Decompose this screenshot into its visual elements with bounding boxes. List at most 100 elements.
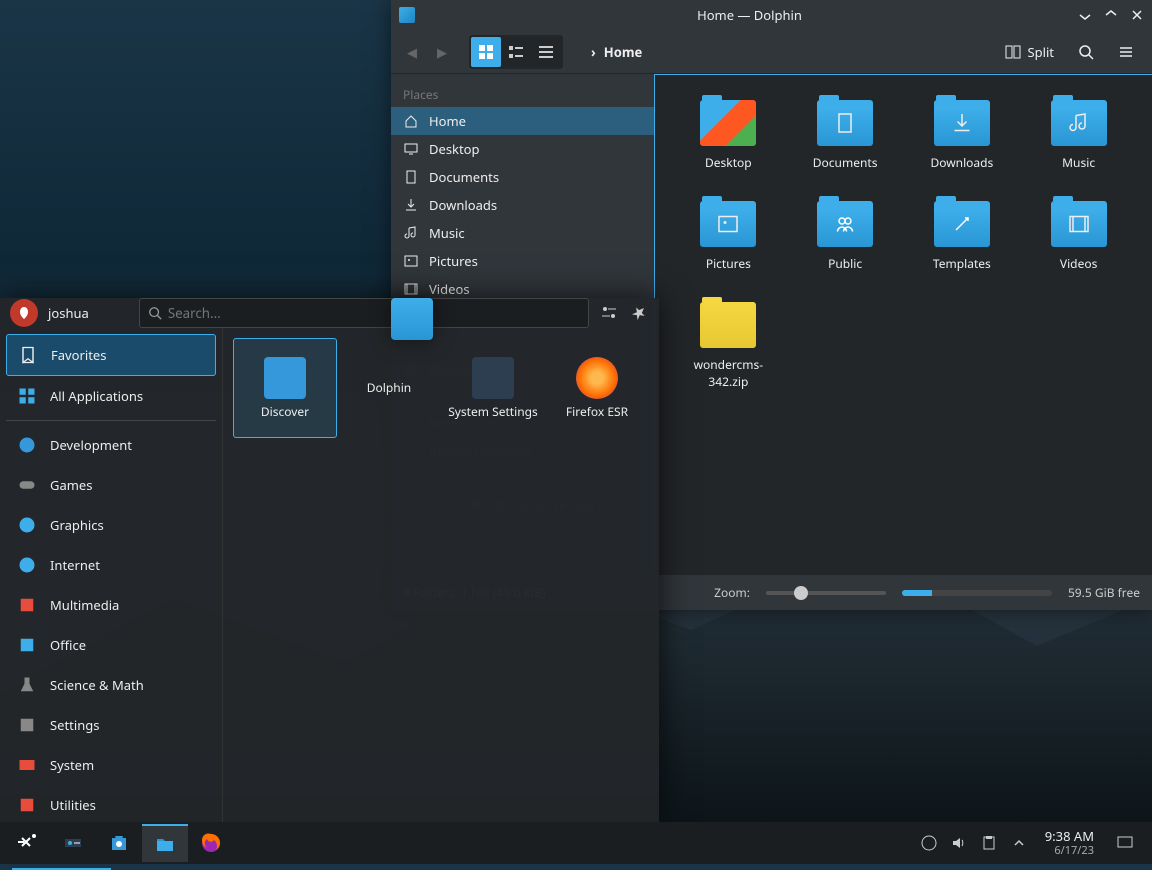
taskbar: 9:38 AM 6/17/23	[0, 822, 1152, 864]
category-office[interactable]: Office	[6, 625, 216, 665]
search-box[interactable]	[139, 298, 589, 328]
icon-view-button[interactable]	[471, 37, 501, 67]
application-launcher: joshua FavoritesAll Applications Develop…	[0, 298, 659, 822]
category-all-applications[interactable]: All Applications	[6, 376, 216, 416]
folder-public[interactable]: Public	[792, 196, 899, 277]
app-discover[interactable]: Discover	[233, 338, 337, 438]
utilities-icon	[16, 794, 38, 816]
keyboard-icon[interactable]	[921, 835, 937, 851]
toolbar: ◀ ▶ › Home Split	[391, 30, 1152, 74]
folder-desktop[interactable]: Desktop	[675, 95, 782, 176]
folder-pictures[interactable]: Pictures	[675, 196, 782, 277]
dolphin-icon	[151, 830, 179, 858]
video-icon	[403, 281, 419, 297]
document-icon	[403, 169, 419, 185]
back-button[interactable]: ◀	[401, 41, 423, 63]
dolphin-icon	[391, 298, 433, 340]
maximize-button[interactable]	[1104, 8, 1118, 22]
settings-icon	[472, 357, 514, 399]
clock-time: 9:38 AM	[1045, 829, 1094, 845]
details-view-button[interactable]	[531, 37, 561, 67]
show-desktop-button[interactable]	[1102, 824, 1148, 862]
folder-documents[interactable]: Documents	[792, 95, 899, 176]
taskbar-discover[interactable]	[96, 824, 142, 862]
discover-icon	[105, 829, 133, 857]
music-folder-icon	[1051, 100, 1107, 146]
category-favorites[interactable]: Favorites	[6, 334, 216, 376]
file-view[interactable]: DesktopDocumentsDownloadsMusic PicturesPu…	[654, 74, 1152, 574]
app-system-settings[interactable]: System Settings	[441, 338, 545, 438]
sidebar-item-desktop[interactable]: Desktop	[391, 135, 654, 163]
clipboard-icon[interactable]	[981, 835, 997, 851]
document-folder-icon	[817, 100, 873, 146]
zoom-slider[interactable]	[766, 591, 886, 595]
category-system[interactable]: System	[6, 745, 216, 785]
close-button[interactable]	[1130, 8, 1144, 22]
category-development[interactable]: Development	[6, 425, 216, 465]
sidebar-item-downloads[interactable]: Downloads	[391, 191, 654, 219]
category-multimedia[interactable]: Multimedia	[6, 585, 216, 625]
folder-wondercms-342-zip[interactable]: wondercms-342.zip	[675, 297, 782, 395]
category-settings[interactable]: Settings	[6, 705, 216, 745]
tray-expand-icon[interactable]	[1011, 835, 1027, 851]
folder-music[interactable]: Music	[1025, 95, 1132, 176]
places-header: Places	[391, 82, 654, 107]
zoom-label: Zoom:	[714, 584, 750, 601]
system-icon	[16, 754, 38, 776]
system-settings-icon	[59, 829, 87, 857]
category-science---math[interactable]: Science & Math	[6, 665, 216, 705]
download-icon	[403, 197, 419, 213]
sidebar-item-documents[interactable]: Documents	[391, 163, 654, 191]
sidebar-item-pictures[interactable]: Pictures	[391, 247, 654, 275]
username-label: joshua	[48, 304, 89, 322]
titlebar[interactable]: Home — Dolphin	[391, 0, 1152, 30]
folder-templates[interactable]: Templates	[909, 196, 1016, 277]
view-mode-toggle	[469, 35, 563, 69]
volume-icon[interactable]	[951, 835, 967, 851]
folder-downloads[interactable]: Downloads	[909, 95, 1016, 176]
search-button[interactable]	[1070, 40, 1102, 64]
taskbar-firefox[interactable]	[188, 824, 234, 862]
sidebar-item-home[interactable]: Home	[391, 107, 654, 135]
minimize-button[interactable]	[1078, 8, 1092, 22]
category-sidebar: FavoritesAll Applications DevelopmentGam…	[0, 328, 223, 833]
menu-button[interactable]	[1110, 40, 1142, 64]
app-dolphin[interactable]: Dolphin	[337, 338, 441, 438]
pin-button[interactable]	[629, 303, 649, 323]
sidebar-item-music[interactable]: Music	[391, 219, 654, 247]
configure-button[interactable]	[599, 303, 619, 323]
split-button[interactable]: Split	[997, 39, 1062, 65]
forward-button[interactable]: ▶	[431, 41, 453, 63]
science-icon	[16, 674, 38, 696]
user-avatar[interactable]	[10, 299, 38, 327]
category-internet[interactable]: Internet	[6, 545, 216, 585]
split-icon	[1005, 44, 1021, 60]
breadcrumb-home[interactable]: Home	[604, 43, 643, 61]
dev-icon	[16, 434, 38, 456]
games-icon	[16, 474, 38, 496]
taskbar-dolphin[interactable]	[142, 824, 188, 862]
settings-icon	[16, 714, 38, 736]
folder-videos[interactable]: Videos	[1025, 196, 1132, 277]
app-firefox-esr[interactable]: Firefox ESR	[545, 338, 649, 438]
dolphin-app-icon	[399, 7, 415, 23]
compact-view-button[interactable]	[501, 37, 531, 67]
zoom-handle[interactable]	[794, 586, 808, 600]
taskbar-system-settings[interactable]	[50, 824, 96, 862]
favorites-grid: DiscoverDolphinSystem SettingsFirefox ES…	[223, 328, 659, 833]
clock[interactable]: 9:38 AM 6/17/23	[1037, 829, 1102, 858]
category-utilities[interactable]: Utilities	[6, 785, 216, 825]
chevron-icon: ›	[591, 43, 596, 61]
search-input[interactable]	[168, 304, 580, 322]
breadcrumb[interactable]: › Home	[591, 43, 642, 61]
free-space-text: 59.5 GiB free	[1068, 584, 1140, 601]
category-graphics[interactable]: Graphics	[6, 505, 216, 545]
star-icon	[17, 344, 39, 366]
taskbar-app-launcher[interactable]	[4, 824, 50, 862]
graphics-icon	[16, 514, 38, 536]
download-folder-icon	[934, 100, 990, 146]
office-icon	[16, 634, 38, 656]
discover-icon	[264, 357, 306, 399]
category-games[interactable]: Games	[6, 465, 216, 505]
template-folder-icon	[934, 201, 990, 247]
